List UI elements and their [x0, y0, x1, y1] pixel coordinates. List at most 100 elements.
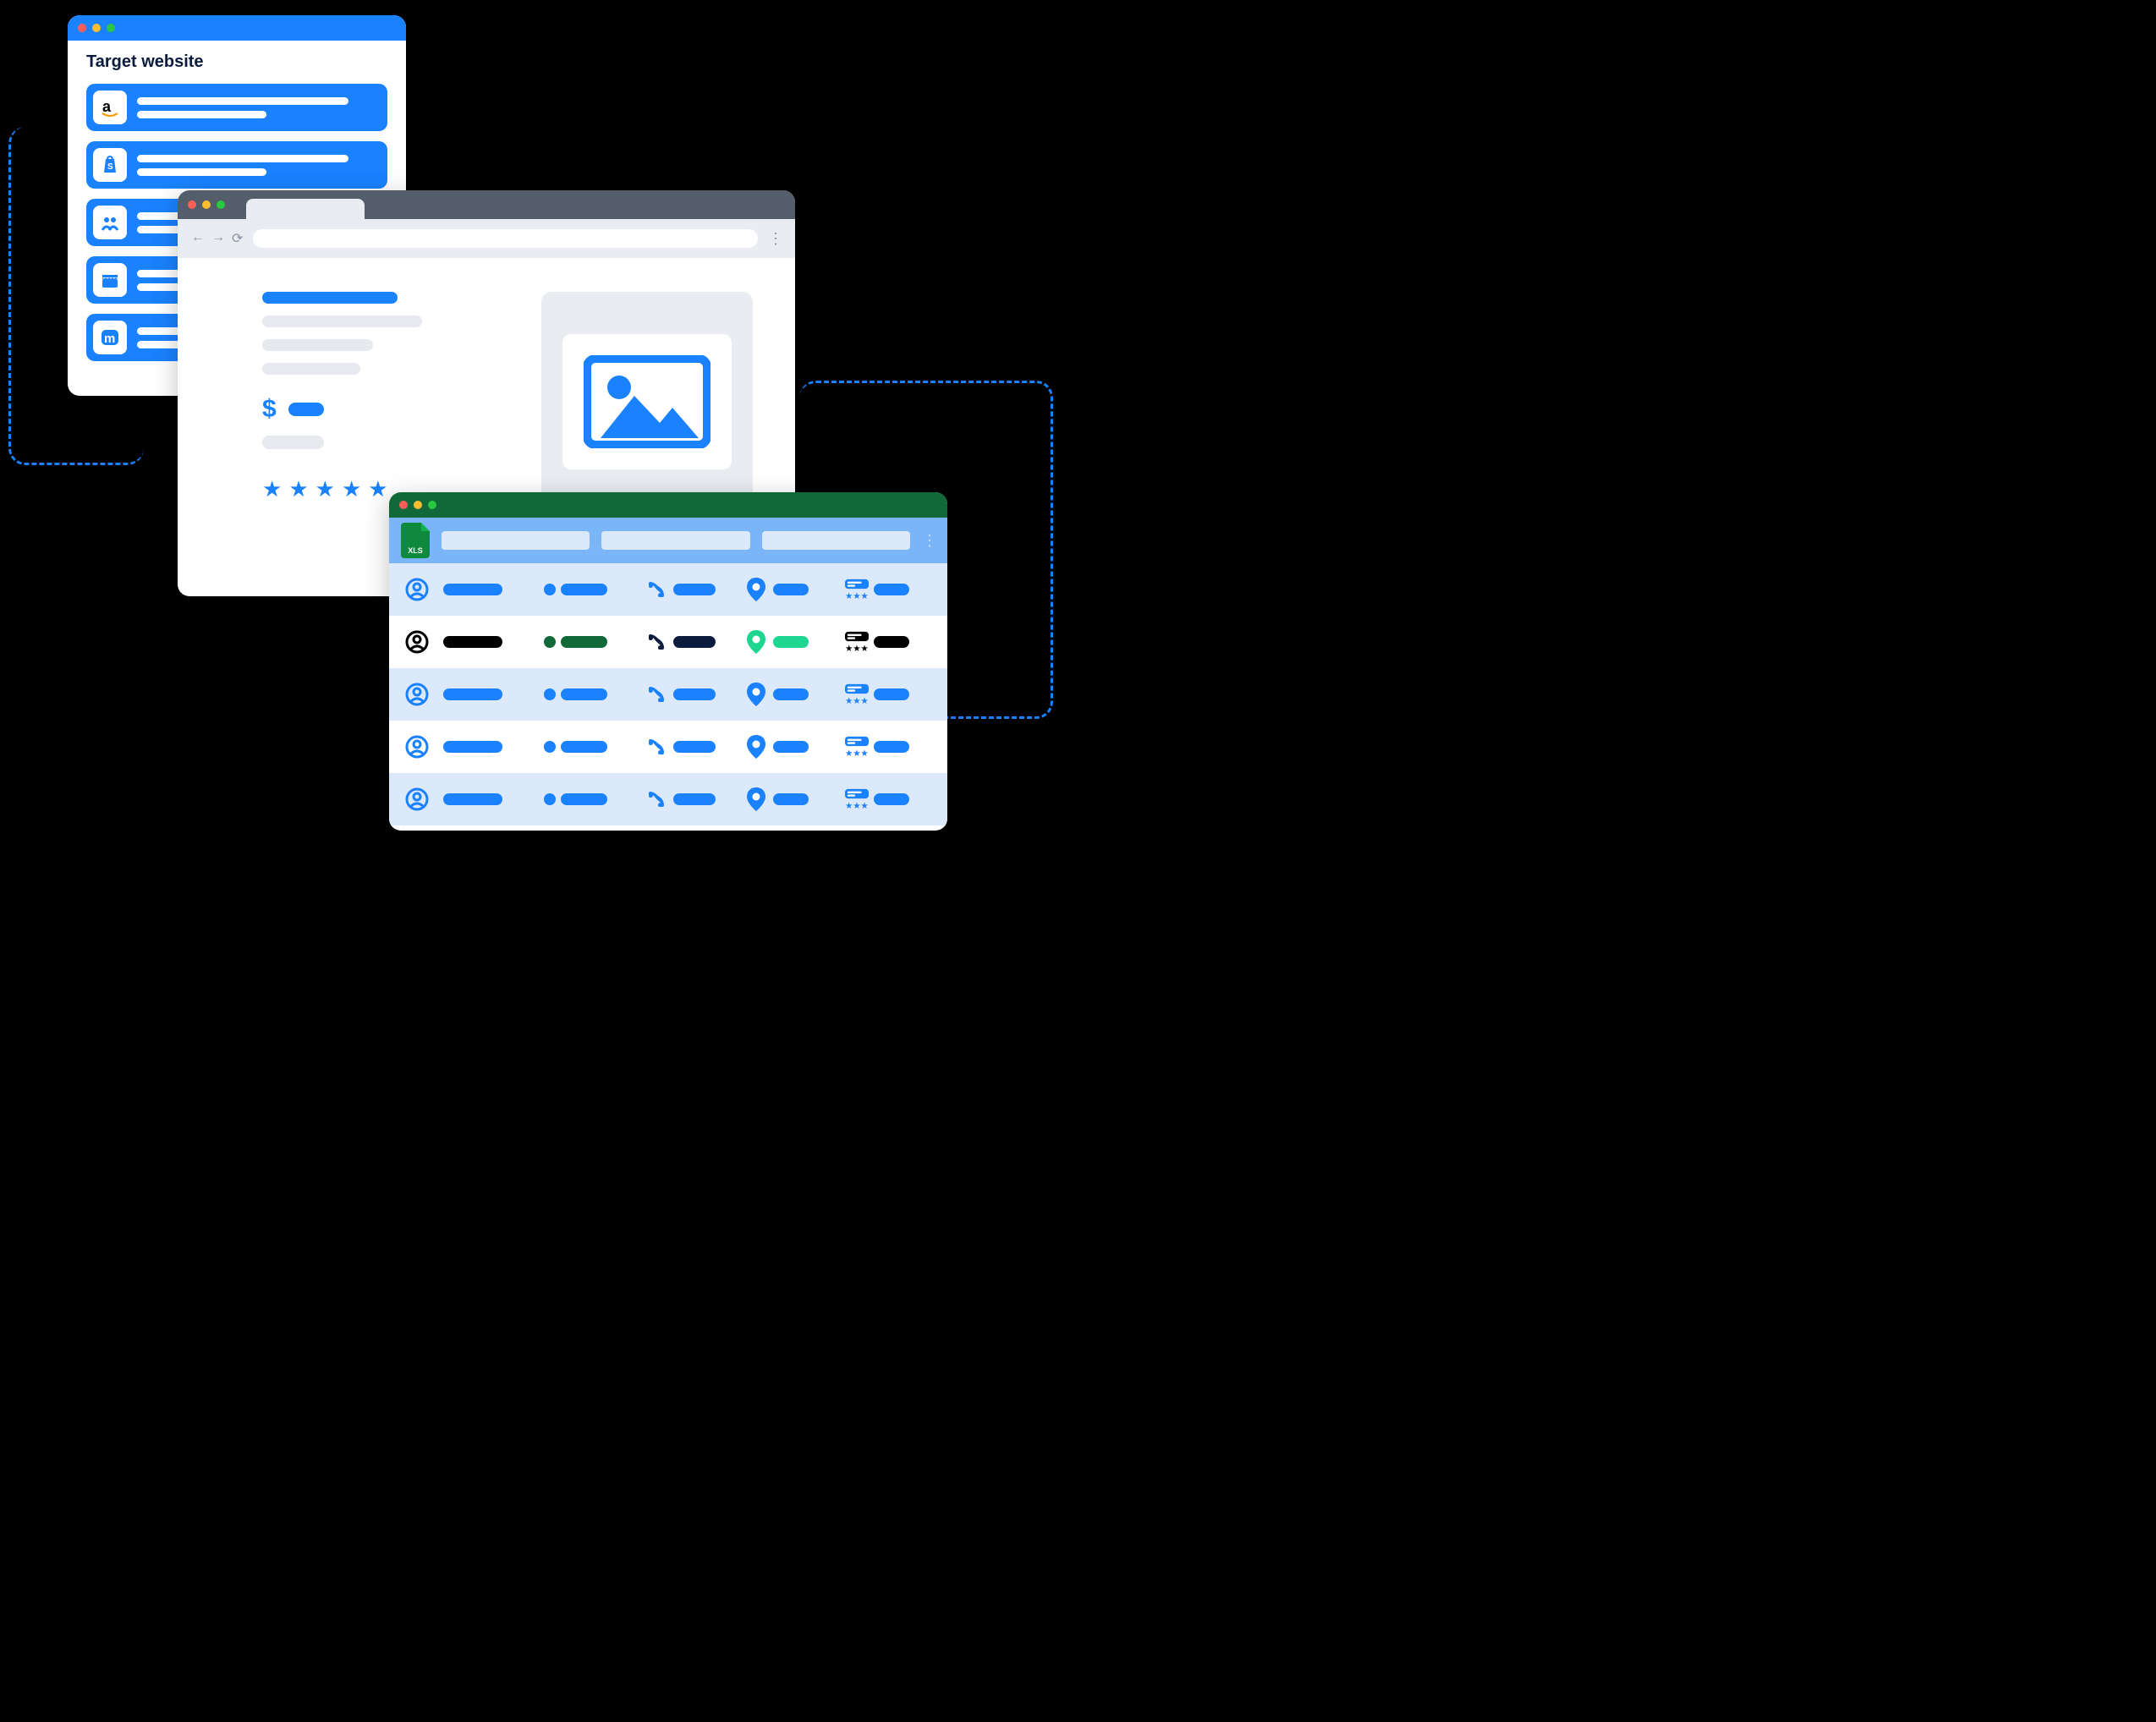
star-icon: ★: [368, 476, 387, 502]
svg-text:★★★: ★★★: [845, 697, 869, 705]
status-cell: [561, 688, 607, 700]
header-cell: [762, 531, 910, 550]
url-input[interactable]: [253, 229, 758, 248]
star-icon: ★: [315, 476, 335, 502]
svg-text:S: S: [107, 162, 113, 172]
phone-cell: [673, 688, 716, 700]
location-cell: [773, 688, 809, 700]
phone-icon: [645, 579, 668, 600]
user-icon: [401, 787, 433, 811]
kebab-menu-icon[interactable]: ⋮: [922, 532, 935, 550]
svg-text:★★★: ★★★: [845, 749, 869, 758]
location-pin-icon: [744, 578, 768, 601]
status-dot-icon: [544, 688, 556, 700]
site-placeholder-text: [137, 97, 381, 118]
marketplace-icon: m: [93, 321, 127, 354]
star-icon: ★: [342, 476, 361, 502]
image-placeholder-icon: [562, 334, 732, 469]
name-cell: [443, 584, 502, 595]
location-cell: [773, 741, 809, 753]
text-line: [262, 339, 373, 351]
sheet-toolbar: XLS ⋮: [389, 518, 947, 563]
user-icon: [401, 735, 433, 759]
titlebar: [178, 190, 795, 219]
xls-file-icon: XLS: [401, 523, 430, 558]
star-icon: ★: [288, 476, 308, 502]
image-frame: [541, 292, 753, 512]
review-cell: [874, 688, 909, 700]
location-pin-icon: [744, 787, 768, 811]
phone-cell: [673, 636, 716, 648]
nav-back-icon[interactable]: ←: [191, 230, 205, 247]
traffic-light-minimize[interactable]: [202, 200, 211, 209]
browser-tab[interactable]: [246, 199, 365, 219]
svg-text:a: a: [102, 98, 112, 115]
user-icon: [401, 578, 433, 601]
amazon-icon: a: [93, 90, 127, 124]
titlebar: [68, 15, 406, 41]
review-cell: [874, 741, 909, 753]
browser-toolbar: ← → ⟳ ⋮: [178, 219, 795, 258]
review-cell: [874, 584, 909, 595]
traffic-light-zoom[interactable]: [217, 200, 225, 209]
site-row-amazon[interactable]: a: [86, 84, 387, 131]
traffic-light-zoom[interactable]: [428, 501, 436, 509]
location-cell: [773, 793, 809, 805]
svg-text:★★★: ★★★: [845, 802, 869, 810]
traffic-light-zoom[interactable]: [107, 24, 115, 32]
nav-forward-icon[interactable]: →: [211, 230, 225, 247]
phone-icon: [645, 737, 668, 757]
window-spreadsheet: XLS ⋮ ★★★ ★★★ ★★★ ★★★: [389, 492, 947, 831]
traffic-light-close[interactable]: [399, 501, 408, 509]
status-dot-icon: [544, 636, 556, 648]
status-dot-icon: [544, 793, 556, 805]
location-pin-icon: [744, 630, 768, 654]
traffic-light-minimize[interactable]: [92, 24, 101, 32]
nav-reload-icon[interactable]: ⟳: [232, 230, 243, 247]
location-cell: [773, 584, 809, 595]
sheet-row[interactable]: ★★★: [389, 773, 947, 825]
svg-text:★★★: ★★★: [845, 592, 869, 601]
sheet-row[interactable]: ★★★: [389, 616, 947, 668]
name-cell: [443, 741, 502, 753]
status-cell: [561, 793, 607, 805]
svg-text:m: m: [104, 332, 115, 346]
review-cell: [874, 636, 909, 648]
sheet-row[interactable]: ★★★: [389, 721, 947, 773]
shopify-icon: S: [93, 148, 127, 182]
price-symbol: $: [262, 395, 277, 424]
review-cell: [874, 793, 909, 805]
review-icon: ★★★: [845, 631, 869, 653]
site-row-shopify[interactable]: S: [86, 141, 387, 189]
sheet-row[interactable]: ★★★: [389, 668, 947, 721]
status-cell: [561, 636, 607, 648]
storefront-icon: [93, 263, 127, 297]
header-cell: [601, 531, 749, 550]
traffic-light-minimize[interactable]: [414, 501, 422, 509]
name-cell: [443, 793, 502, 805]
phone-icon: [645, 684, 668, 705]
review-icon: ★★★: [845, 788, 869, 810]
traffic-light-close[interactable]: [188, 200, 196, 209]
window-title: Target website: [86, 52, 387, 72]
kebab-menu-icon[interactable]: ⋮: [768, 230, 782, 248]
traffic-light-close[interactable]: [78, 24, 86, 32]
sheet-row[interactable]: ★★★: [389, 563, 947, 616]
status-cell: [561, 584, 607, 595]
meetup-icon: [93, 206, 127, 239]
text-line: [262, 315, 422, 327]
location-pin-icon: [744, 735, 768, 759]
svg-text:★★★: ★★★: [845, 644, 869, 653]
status-dot-icon: [544, 584, 556, 595]
phone-icon: [645, 789, 668, 809]
star-icon: ★: [262, 476, 282, 502]
name-cell: [443, 688, 502, 700]
text-line: [262, 363, 360, 375]
review-icon: ★★★: [845, 579, 869, 601]
user-icon: [401, 630, 433, 654]
user-icon: [401, 683, 433, 706]
location-pin-icon: [744, 683, 768, 706]
meta-placeholder: [262, 436, 324, 449]
phone-cell: [673, 793, 716, 805]
location-cell: [773, 636, 809, 648]
